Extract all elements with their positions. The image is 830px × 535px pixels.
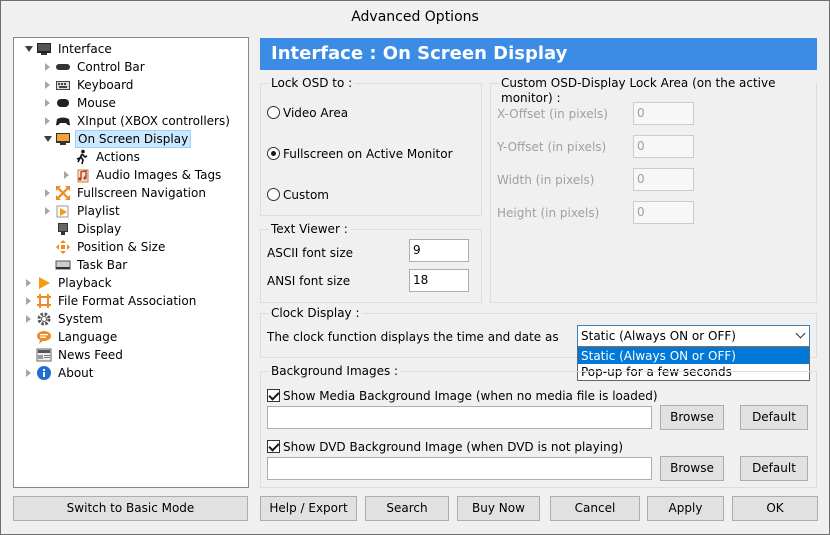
height-label: Height (in pixels) xyxy=(497,206,600,220)
tree-item-label: Language xyxy=(58,330,118,344)
tree-item-label: Mouse xyxy=(77,96,116,110)
tree-item-label: Display xyxy=(77,222,122,236)
x-offset-label: X-Offset (in pixels) xyxy=(497,107,608,121)
tree-item-label: Interface xyxy=(58,42,112,56)
buy-now-button[interactable]: Buy Now xyxy=(457,496,540,521)
keyboard-icon xyxy=(55,77,71,93)
radio-button[interactable] xyxy=(267,147,280,160)
expander-closed-icon[interactable] xyxy=(64,171,69,179)
apply-button[interactable]: Apply xyxy=(647,496,724,521)
y-offset-input[interactable]: 0 xyxy=(633,135,694,158)
expander-closed-icon[interactable] xyxy=(26,315,31,323)
expander-closed-icon[interactable] xyxy=(45,63,50,71)
position-size-icon xyxy=(55,239,71,255)
media-bg-checkbox[interactable]: Show Media Background Image (when no med… xyxy=(267,388,658,404)
media-bg-path-input[interactable] xyxy=(267,406,652,429)
expander-closed-icon[interactable] xyxy=(45,189,50,197)
info-icon xyxy=(36,365,52,381)
expander-closed-icon[interactable] xyxy=(26,297,31,305)
fullscreen-arrows-icon xyxy=(55,185,71,201)
window-title: Advanced Options xyxy=(1,1,829,33)
checkbox[interactable] xyxy=(267,389,280,402)
ansi-font-size-input[interactable]: 18 xyxy=(409,269,469,292)
clock-display-title: Clock Display : xyxy=(269,306,362,321)
text-viewer-title: Text Viewer : xyxy=(269,222,350,237)
radio-button[interactable] xyxy=(267,188,280,201)
tree-item-label: Fullscreen Navigation xyxy=(77,186,206,200)
tree-item-label: Position & Size xyxy=(77,240,166,254)
height-input[interactable]: 0 xyxy=(633,201,694,224)
tree-item-label: Audio Images & Tags xyxy=(96,168,222,182)
mouse-icon xyxy=(55,95,71,111)
expander-closed-icon[interactable] xyxy=(45,99,50,107)
control-bar-icon xyxy=(55,59,71,75)
advanced-options-window: Advanced Options Interface Control Bar K… xyxy=(0,0,830,535)
checkbox[interactable] xyxy=(267,440,280,453)
radio-fullscreen-active-monitor[interactable]: Fullscreen on Active Monitor xyxy=(267,146,453,162)
tree-item-label: Actions xyxy=(96,150,140,164)
background-images-title: Background Images : xyxy=(269,364,401,379)
expander-closed-icon[interactable] xyxy=(45,117,50,125)
media-browse-button[interactable]: Browse xyxy=(660,405,724,430)
clock-function-label: The clock function displays the time and… xyxy=(267,330,559,344)
tree-item-label: News Feed xyxy=(58,348,123,362)
osd-icon xyxy=(55,131,71,147)
tree-item-label: On Screen Display xyxy=(75,130,192,148)
radio-button[interactable] xyxy=(267,106,280,119)
dvd-browse-button[interactable]: Browse xyxy=(660,456,724,481)
clock-mode-select[interactable]: Static (Always ON or OFF) xyxy=(577,325,810,347)
options-tree[interactable]: Interface Control Bar Keyboard Mouse XIn… xyxy=(13,37,249,488)
chevron-down-icon[interactable] xyxy=(795,328,806,339)
monitor-icon xyxy=(36,41,52,57)
expander-closed-icon[interactable] xyxy=(26,369,31,377)
expander-closed-icon[interactable] xyxy=(45,81,50,89)
tree-item-label: Playlist xyxy=(77,204,120,218)
ascii-font-size-label: ASCII font size xyxy=(267,246,354,260)
tree-item-label: File Format Association xyxy=(58,294,197,308)
dvd-bg-checkbox[interactable]: Show DVD Background Image (when DVD is n… xyxy=(267,439,623,455)
speech-bubble-icon xyxy=(36,329,52,345)
cancel-button[interactable]: Cancel xyxy=(550,496,640,521)
task-bar-icon xyxy=(55,257,71,273)
tree-item-label: Keyboard xyxy=(77,78,134,92)
dropdown-option-static[interactable]: Static (Always ON or OFF) xyxy=(578,348,809,364)
tree-item-label: Control Bar xyxy=(77,60,145,74)
media-default-button[interactable]: Default xyxy=(740,405,808,430)
x-offset-input[interactable]: 0 xyxy=(633,102,694,125)
switch-basic-mode-button[interactable]: Switch to Basic Mode xyxy=(13,496,248,521)
file-association-icon xyxy=(36,293,52,309)
expander-closed-icon[interactable] xyxy=(26,279,31,287)
tree-item-label: About xyxy=(58,366,94,380)
ansi-font-size-label: ANSI font size xyxy=(267,274,351,288)
help-export-button[interactable]: Help / Export xyxy=(260,496,357,521)
width-label: Width (in pixels) xyxy=(497,173,595,187)
y-offset-label: Y-Offset (in pixels) xyxy=(497,140,607,154)
dvd-default-button[interactable]: Default xyxy=(740,456,808,481)
tree-item-label: Playback xyxy=(58,276,112,290)
tree-item-label: System xyxy=(58,312,103,326)
gear-icon xyxy=(36,311,52,327)
radio-video-area[interactable]: Video Area xyxy=(267,105,348,121)
dvd-bg-path-input[interactable] xyxy=(267,457,652,480)
gamepad-icon xyxy=(55,113,71,129)
tree-item-label: XInput (XBOX controllers) xyxy=(77,114,230,128)
ascii-font-size-input[interactable]: 9 xyxy=(409,239,469,262)
radio-custom[interactable]: Custom xyxy=(267,187,329,203)
search-button[interactable]: Search xyxy=(365,496,449,521)
music-note-icon xyxy=(74,167,90,183)
expander-open-icon[interactable] xyxy=(25,46,33,56)
ok-button[interactable]: OK xyxy=(732,496,818,521)
width-input[interactable]: 0 xyxy=(633,168,694,191)
display-icon xyxy=(55,221,71,237)
tree-item-label: Task Bar xyxy=(77,258,128,272)
expander-closed-icon[interactable] xyxy=(45,207,50,215)
play-icon xyxy=(36,275,52,291)
running-man-icon xyxy=(74,149,90,165)
expander-open-icon[interactable] xyxy=(44,136,52,146)
news-icon xyxy=(36,347,52,363)
page-title: Interface : On Screen Display xyxy=(260,38,817,70)
lock-osd-title: Lock OSD to : xyxy=(269,76,355,91)
playlist-icon xyxy=(55,203,71,219)
